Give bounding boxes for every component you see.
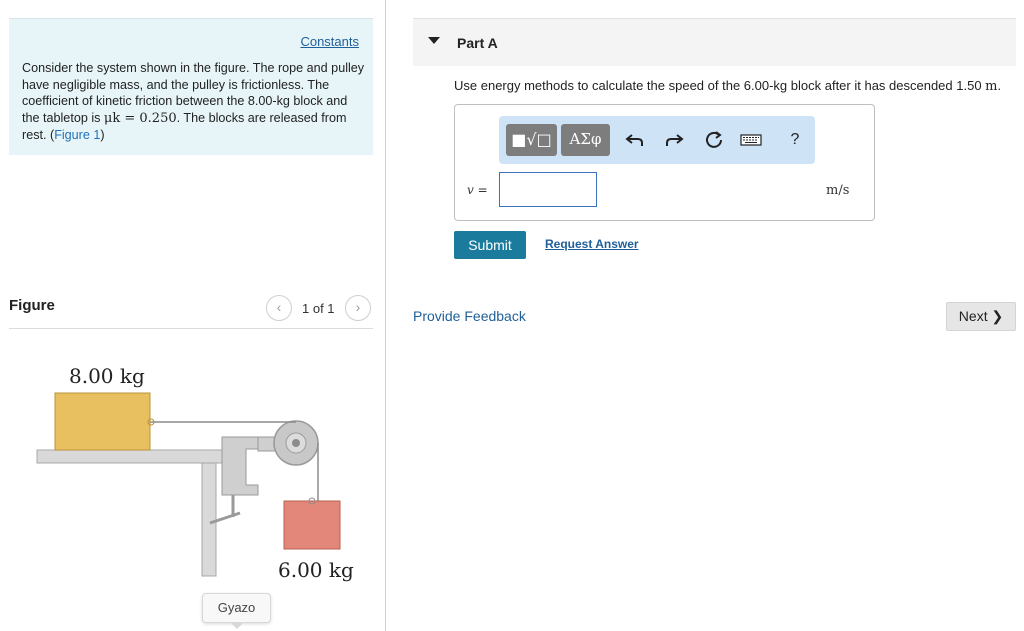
- mu-value: = 0.250: [120, 110, 177, 126]
- chevron-right-icon: ›: [355, 299, 361, 315]
- undo-icon[interactable]: [623, 128, 647, 152]
- figure-page-count: 1 of 1: [302, 301, 335, 316]
- mass-hanging-label: 6.00 kg: [278, 558, 354, 582]
- answer-box: ■√□ ΑΣφ ? v = m/s: [454, 104, 875, 221]
- table-leg: [201, 462, 217, 577]
- figure-image: 8.00 kg 6.00 kg: [36, 364, 354, 582]
- problem-text-part3: ): [100, 128, 105, 143]
- next-button[interactable]: Next ❯: [946, 302, 1016, 331]
- mass-top-label: 8.00 kg: [69, 364, 145, 388]
- part-a-header[interactable]: Part A: [413, 18, 1016, 66]
- question-unit: m: [985, 79, 998, 94]
- submit-button[interactable]: Submit: [454, 231, 526, 259]
- keyboard-icon[interactable]: [739, 128, 763, 152]
- question-end: .: [997, 78, 1002, 93]
- greek-symbols-button[interactable]: ΑΣφ: [561, 124, 610, 156]
- math-toolbar: ■√□ ΑΣφ ?: [499, 116, 815, 164]
- block-6kg: [283, 500, 341, 550]
- chevron-left-icon: ‹: [276, 299, 282, 315]
- pulley-axle: [292, 439, 300, 447]
- part-title: Part A: [457, 35, 498, 51]
- figure-title: Figure: [9, 297, 55, 314]
- left-panel: Constants Consider the system shown in t…: [0, 0, 386, 631]
- answer-unit: m/s: [826, 183, 850, 198]
- question-body: Use energy methods to calculate the spee…: [454, 78, 986, 93]
- table-top: [36, 449, 246, 464]
- figure-prev-button[interactable]: ‹: [266, 295, 292, 321]
- figure-link[interactable]: Figure 1: [54, 128, 100, 142]
- mu-symbol: μk: [103, 110, 121, 126]
- gyazo-badge[interactable]: Gyazo: [202, 593, 271, 623]
- redo-icon[interactable]: [662, 128, 686, 152]
- templates-button[interactable]: ■√□: [506, 124, 557, 156]
- problem-statement-box: Constants Consider the system shown in t…: [9, 18, 373, 155]
- gyazo-badge-tail: [230, 622, 244, 629]
- answer-input[interactable]: [499, 172, 597, 207]
- provide-feedback-link[interactable]: Provide Feedback: [413, 308, 526, 324]
- constants-link[interactable]: Constants: [300, 34, 359, 49]
- figure-header: Figure ‹ 1 of 1 ›: [9, 295, 373, 329]
- request-answer-link[interactable]: Request Answer: [545, 237, 639, 251]
- collapse-caret-icon[interactable]: [428, 37, 440, 44]
- block-8kg: [54, 392, 151, 451]
- variable-label: v =: [467, 183, 488, 197]
- help-button[interactable]: ?: [783, 128, 807, 152]
- reset-icon[interactable]: [702, 128, 726, 152]
- pulley-clamp: [221, 436, 259, 496]
- problem-text: Consider the system shown in the figure.…: [22, 60, 367, 144]
- figure-next-button[interactable]: ›: [345, 295, 371, 321]
- question-text: Use energy methods to calculate the spee…: [454, 78, 1001, 94]
